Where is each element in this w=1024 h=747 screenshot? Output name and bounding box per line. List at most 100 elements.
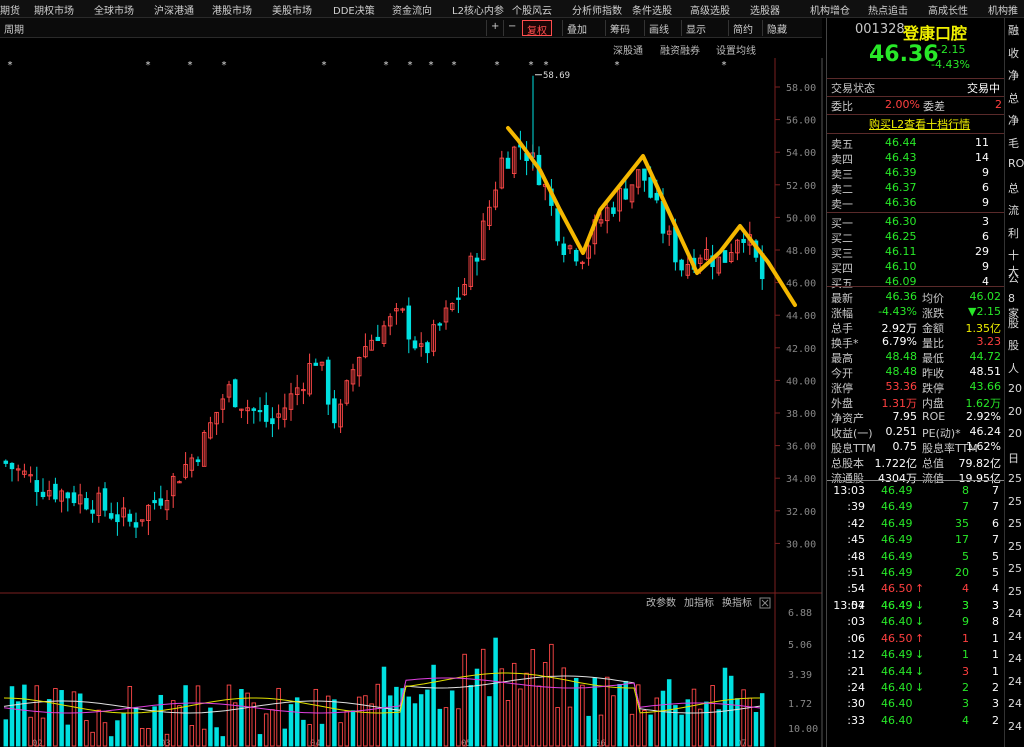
chart-links: 深股通 融资融券 设置均线: [0, 40, 822, 60]
volume-bar: [344, 710, 350, 747]
tick-volume: 3: [962, 664, 969, 678]
ask-row[interactable]: 卖二 46.37 6: [827, 181, 1005, 196]
menu-item-5[interactable]: 美股市场: [272, 2, 312, 17]
volume-bar: [71, 691, 77, 747]
ask-row[interactable]: 卖四 46.43 14: [827, 151, 1005, 166]
menu-item-4[interactable]: 港股市场: [212, 2, 252, 17]
ask-label: 卖二: [831, 183, 853, 196]
event-marker: *: [145, 60, 151, 71]
tick-price: 46.40: [881, 697, 913, 711]
candle-body: [102, 488, 108, 511]
tick-time: :39: [847, 500, 865, 514]
volume-bar: [493, 637, 498, 747]
edge-text: 24: [1008, 697, 1022, 710]
kline-chart[interactable]: 58.00 56.00 54.00 52.00 50.00 48.00 46.00 44.00…: [0, 58, 824, 747]
candle-body: [40, 491, 46, 498]
menu-item-10[interactable]: 分析师指数: [572, 2, 622, 17]
menu-item-16[interactable]: 高成长性: [928, 2, 968, 17]
tick-time: :30: [847, 697, 865, 711]
bid-label: 买二: [831, 232, 853, 245]
zoom-out-button[interactable]: −: [503, 20, 520, 36]
ask-row[interactable]: 卖三 46.39 9: [827, 166, 1005, 181]
stat-row: 最新 46.36 均价 46.02: [827, 290, 1005, 305]
menu-item-11[interactable]: 条件选股: [632, 2, 672, 17]
ask-row[interactable]: 卖一 46.36 9: [827, 196, 1005, 211]
menu-item-9[interactable]: 个股风云: [512, 2, 552, 17]
candle-body: [65, 492, 71, 499]
volume-bar: [195, 685, 201, 747]
event-marker: *: [528, 60, 534, 71]
volume-params-link[interactable]: 改参数: [646, 596, 676, 609]
bid-row[interactable]: 买四 46.10 9: [827, 260, 1005, 275]
ask-volume: 9: [982, 196, 989, 209]
tick-count: 2: [992, 681, 999, 694]
bid-price: 46.30: [885, 215, 917, 228]
last-price: 46.36: [869, 42, 939, 67]
volume-bar: [381, 666, 387, 747]
tick-time: :42: [847, 516, 865, 530]
ask-row[interactable]: 卖五 46.44 11: [827, 136, 1005, 151]
volume-bar: [499, 668, 505, 747]
bid-row[interactable]: 买五 46.09 4: [827, 275, 1005, 290]
volume-bar: [257, 734, 263, 747]
draw-line-button[interactable]: 画线: [644, 20, 673, 36]
price-tick-label: 38.00: [786, 409, 816, 420]
chips-button[interactable]: 筹码: [605, 20, 634, 36]
volume-switch-link[interactable]: 换指标: [722, 596, 752, 609]
hide-button[interactable]: 隐藏: [762, 20, 791, 36]
menu-item-7[interactable]: 资金流向: [392, 2, 432, 17]
deep-connect-link[interactable]: 深股通: [613, 42, 643, 57]
bid-row[interactable]: 买三 46.11 29: [827, 245, 1005, 260]
edge-text: 24: [1008, 719, 1022, 733]
menu-item-13[interactable]: 选股器: [750, 2, 780, 17]
ask-price: 46.37: [885, 181, 917, 194]
stat-label: ROE: [922, 410, 946, 423]
menu-item-0[interactable]: 期货: [0, 2, 20, 17]
stat-value: 48.51: [969, 365, 1002, 378]
simple-button[interactable]: 简约: [728, 20, 757, 36]
tick-count: 5: [992, 566, 999, 579]
menu-item-12[interactable]: 高级选股: [690, 2, 730, 17]
bid-row[interactable]: 买一 46.30 3: [827, 215, 1005, 230]
volume-add-link[interactable]: 加指标: [684, 596, 714, 609]
period-button[interactable]: 周期: [0, 20, 28, 36]
bid-row[interactable]: 买二 46.25 6: [827, 230, 1005, 245]
ma-settings-link[interactable]: 设置均线: [716, 42, 756, 57]
volume-bar: [511, 662, 517, 747]
price-tick-label: 54.00: [786, 148, 816, 159]
tick-time: :51: [847, 566, 865, 579]
volume-bar: [108, 736, 114, 747]
tick-count: 4: [992, 582, 999, 596]
volume-bar: [425, 689, 430, 747]
tick-row: :12 46.49 ↓ 1 1: [827, 648, 1005, 663]
order-diff-label: 委差: [923, 100, 945, 113]
menu-item-14[interactable]: 机构增仓: [810, 2, 850, 17]
margin-trading-link[interactable]: 融资融券: [660, 42, 700, 57]
stat-value: 44.72: [969, 350, 1002, 363]
menu-item-17[interactable]: 机构推: [988, 2, 1018, 17]
volume-bar: [121, 712, 126, 747]
stat-label: 股息TTM: [831, 442, 876, 455]
candle-body: [9, 462, 15, 470]
menu-item-15[interactable]: 热点追击: [868, 2, 908, 17]
volume-bar: [648, 714, 653, 747]
volume-bar: [325, 695, 331, 747]
volume-bar: [282, 728, 288, 747]
overlay-button[interactable]: 叠加: [562, 20, 591, 36]
menu-item-1[interactable]: 期权市场: [34, 2, 74, 17]
bid-price: 46.11: [885, 245, 917, 258]
tick-time: :54: [847, 582, 865, 596]
menu-item-3[interactable]: 沪深港通: [154, 2, 194, 17]
volume-tick-label: 1.72: [788, 699, 812, 710]
restore-rights-button[interactable]: 复权: [522, 20, 552, 37]
menu-item-8[interactable]: L2核心内参: [452, 2, 504, 17]
display-button[interactable]: 显示: [681, 20, 710, 36]
menu-item-2[interactable]: 全球市场: [94, 2, 134, 17]
tick-time: :03: [847, 615, 865, 629]
zoom-in-button[interactable]: +: [486, 20, 503, 36]
menu-item-6[interactable]: DDE决策: [333, 2, 375, 17]
stat-value: 0.251: [885, 425, 918, 438]
volume-bar: [468, 685, 474, 747]
buy-l2-button[interactable]: 购买L2查看十档行情: [869, 116, 970, 132]
stat-label: 最高: [831, 352, 853, 365]
